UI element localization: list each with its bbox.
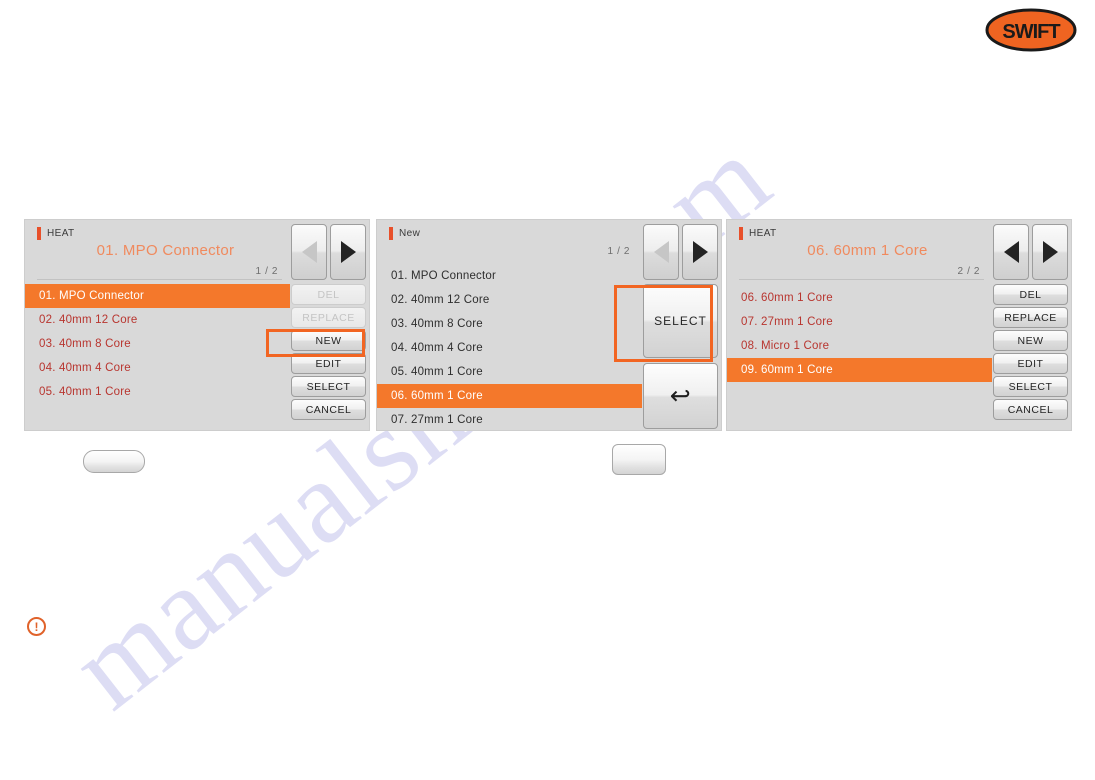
swift-logo: SWIFT: [985, 8, 1077, 53]
list-item[interactable]: 03. 40mm 8 Core: [25, 332, 290, 356]
panel-3-controls: DEL REPLACE NEW EDIT SELECT CANCEL: [990, 220, 1071, 430]
list-item[interactable]: 06. 60mm 1 Core: [727, 286, 992, 310]
new-button[interactable]: NEW: [291, 330, 366, 351]
back-button[interactable]: ↩: [643, 363, 718, 429]
panel-1-mode-tag: HEAT: [37, 227, 75, 240]
list-item[interactable]: 07. 27mm 1 Core: [377, 408, 642, 432]
triangle-right-icon: [692, 241, 708, 263]
list-item[interactable]: 08. Micro 1 Core: [727, 334, 992, 358]
swift-logo-icon: SWIFT: [985, 8, 1077, 52]
panel-2-mode-label: New: [399, 228, 421, 239]
panel-1-mode-label: HEAT: [47, 228, 75, 239]
list-item[interactable]: 05. 40mm 1 Core: [377, 360, 642, 384]
panel-1-controls: DEL REPLACE NEW EDIT SELECT CANCEL: [288, 220, 369, 430]
panel-2-content: New 1 / 2 01. MPO Connector 02. 40mm 12 …: [377, 220, 642, 430]
prev-page-button[interactable]: [993, 224, 1029, 280]
list-item[interactable]: 03. 40mm 8 Core: [377, 312, 642, 336]
panel-2-profile-list[interactable]: 01. MPO Connector 02. 40mm 12 Core 03. 4…: [377, 262, 642, 432]
panel-2-header: New 1 / 2: [377, 220, 642, 262]
triangle-right-icon: [1042, 241, 1058, 263]
triangle-left-icon: [653, 241, 669, 263]
del-button[interactable]: DEL: [291, 284, 366, 305]
triangle-left-icon: [1003, 241, 1019, 263]
list-item[interactable]: 01. MPO Connector: [25, 284, 290, 308]
select-button[interactable]: SELECT: [291, 376, 366, 397]
panel-3-profile-list[interactable]: 06. 60mm 1 Core 07. 27mm 1 Core 08. Micr…: [727, 280, 992, 382]
panel-3-header: HEAT 06. 60mm 1 Core 2 / 2: [727, 220, 992, 280]
panel-3-content: HEAT 06. 60mm 1 Core 2 / 2 06. 60mm 1 Co…: [727, 220, 992, 430]
mode-accent-bar-icon: [37, 227, 41, 240]
list-item[interactable]: 07. 27mm 1 Core: [727, 310, 992, 334]
panel-2-page-indicator: 1 / 2: [607, 246, 630, 257]
cancel-button[interactable]: CANCEL: [993, 399, 1068, 420]
panel-2-mode-tag: New: [389, 227, 420, 240]
prev-page-button[interactable]: [291, 224, 327, 280]
cancel-button[interactable]: CANCEL: [291, 399, 366, 420]
panel-3-mode-label: HEAT: [749, 228, 777, 239]
mode-accent-bar-icon: [739, 227, 743, 240]
back-arrow-icon: ↩: [669, 381, 692, 410]
panel-1-nav-row: [291, 224, 366, 280]
list-item[interactable]: 06. 60mm 1 Core: [377, 384, 642, 408]
physical-button-1[interactable]: [83, 450, 145, 473]
list-item[interactable]: 04. 40mm 4 Core: [377, 336, 642, 360]
prev-page-button[interactable]: [643, 224, 679, 280]
mode-accent-bar-icon: [389, 227, 393, 240]
list-item[interactable]: 01. MPO Connector: [377, 264, 642, 288]
list-item[interactable]: 02. 40mm 12 Core: [377, 288, 642, 312]
device-screen-panel-3: HEAT 06. 60mm 1 Core 2 / 2 06. 60mm 1 Co…: [726, 219, 1072, 431]
next-page-button[interactable]: [682, 224, 718, 280]
list-item[interactable]: 05. 40mm 1 Core: [25, 380, 290, 404]
panel-1-content: HEAT 01. MPO Connector 1 / 2 01. MPO Con…: [25, 220, 290, 430]
edit-button[interactable]: EDIT: [291, 353, 366, 374]
del-button[interactable]: DEL: [993, 284, 1068, 305]
edit-button[interactable]: EDIT: [993, 353, 1068, 374]
next-page-button[interactable]: [1032, 224, 1068, 280]
replace-button[interactable]: REPLACE: [291, 307, 366, 328]
panel-3-mode-tag: HEAT: [739, 227, 777, 240]
panel-3-profile-title: 06. 60mm 1 Core: [807, 242, 928, 259]
replace-button[interactable]: REPLACE: [993, 307, 1068, 328]
select-button[interactable]: SELECT: [643, 284, 718, 358]
panel-1-page-indicator: 1 / 2: [255, 266, 278, 277]
panel-1-profile-list[interactable]: 01. MPO Connector 02. 40mm 12 Core 03. 4…: [25, 280, 290, 404]
list-item[interactable]: 02. 40mm 12 Core: [25, 308, 290, 332]
panel-2-nav-row: [643, 224, 718, 280]
device-screen-panel-1: HEAT 01. MPO Connector 1 / 2 01. MPO Con…: [24, 219, 370, 431]
triangle-right-icon: [340, 241, 356, 263]
panel-2-controls: SELECT ↩: [640, 220, 721, 430]
next-page-button[interactable]: [330, 224, 366, 280]
triangle-left-icon: [301, 241, 317, 263]
physical-button-2[interactable]: [612, 444, 666, 475]
new-button[interactable]: NEW: [993, 330, 1068, 351]
panel-1-profile-title: 01. MPO Connector: [96, 242, 235, 259]
device-screen-panel-2: New 1 / 2 01. MPO Connector 02. 40mm 12 …: [376, 219, 722, 431]
list-item[interactable]: 09. 60mm 1 Core: [727, 358, 992, 382]
list-item[interactable]: 04. 40mm 4 Core: [25, 356, 290, 380]
exclamation-circle-icon: !: [27, 617, 46, 636]
panel-3-nav-row: [993, 224, 1068, 280]
select-button[interactable]: SELECT: [993, 376, 1068, 397]
svg-text:SWIFT: SWIFT: [1002, 21, 1060, 43]
panel-3-page-indicator: 2 / 2: [957, 266, 980, 277]
panel-1-header: HEAT 01. MPO Connector 1 / 2: [25, 220, 290, 280]
